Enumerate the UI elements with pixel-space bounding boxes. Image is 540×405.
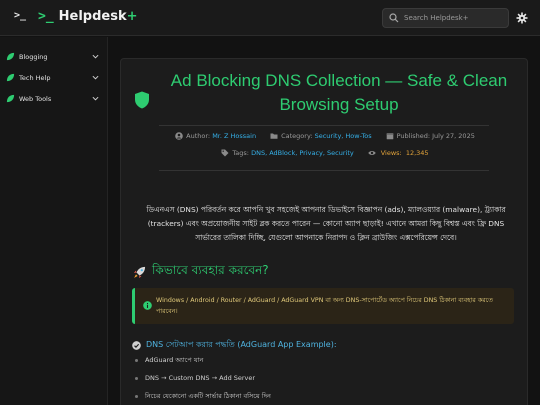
meta-category: Category: Security, How-Tos — [270, 132, 372, 140]
rocket-icon — [133, 266, 146, 278]
notice-box: Windows / Android / Router / AdGuard / A… — [132, 288, 514, 324]
meta-category-label: Category: — [281, 132, 313, 140]
sidebar-item-label: Tech Help — [19, 73, 51, 82]
list-item: AdGuard অ্যাপে যান — [135, 352, 271, 369]
section-heading-text: কিভাবে ব্যবহার করবেন? — [152, 263, 269, 277]
divider — [159, 125, 489, 126]
logo-plus: + — [126, 9, 138, 24]
meta-author-label: Author: — [186, 132, 211, 140]
leaf-icon — [6, 73, 15, 82]
divider — [159, 170, 489, 171]
intro-paragraph: ডিএনএস (DNS) পরিবর্তন করে আপনি খুব সহজেই… — [146, 205, 506, 242]
meta-published: Published: July 27, 2025 — [386, 132, 475, 140]
steps-list: AdGuard অ্যাপে যান DNS → Custom DNS → Ad… — [135, 352, 271, 405]
chevron-down-icon — [92, 54, 99, 59]
list-item: নিচের যেকোনো একটি সার্ভার ঠিকানা বসিয়ে … — [135, 388, 271, 405]
subheading: DNS সেটআপ করার পদ্ধতি (AdGuard App Examp… — [132, 339, 337, 352]
logo-mark: >_ — [38, 9, 54, 24]
sidebar: Blogging Tech Help Web Tools — [0, 37, 108, 405]
article-tags-row: Tags: DNS, AdBlock, Privacy, Security Vi… — [121, 149, 527, 157]
meta-tags: Tags: DNS, AdBlock, Privacy, Security — [221, 149, 354, 157]
sidebar-item-tech-help[interactable]: Tech Help — [0, 67, 107, 88]
meta-author: Author: Mr. Z Hossain — [175, 132, 256, 140]
meta-views: Views: 12,345 — [368, 149, 429, 157]
top-bar: >_ >_ Helpdesk + — [0, 0, 540, 36]
meta-tags-label: Tags: — [232, 149, 249, 157]
tag-icon — [221, 149, 229, 157]
subheading-text: DNS সেটআপ করার পদ্ধতি (AdGuard App Examp… — [146, 340, 337, 349]
user-icon — [175, 132, 183, 140]
gear-icon[interactable] — [516, 12, 528, 24]
meta-published-label: Published: — [396, 132, 431, 140]
views-count: 12,345 — [405, 149, 429, 157]
tags-links[interactable]: DNS, AdBlock, Privacy, Security — [251, 149, 354, 157]
article-card: Ad Blocking DNS Collection — Safe & Clea… — [120, 58, 528, 405]
article-header: Ad Blocking DNS Collection — Safe & Clea… — [121, 69, 527, 129]
eye-icon — [368, 150, 376, 156]
site-logo[interactable]: >_ Helpdesk + — [38, 9, 138, 24]
menu-toggle-icon[interactable]: >_ — [14, 10, 26, 21]
shield-icon — [135, 91, 149, 109]
published-date: July 27, 2025 — [432, 132, 475, 140]
leaf-icon — [6, 94, 15, 103]
author-link[interactable]: Mr. Z Hossain — [212, 132, 256, 140]
chevron-down-icon — [92, 96, 99, 101]
search-box[interactable] — [382, 8, 509, 28]
sidebar-item-web-tools[interactable]: Web Tools — [0, 88, 107, 109]
folder-icon — [270, 133, 278, 139]
meta-views-label: Views: — [380, 149, 402, 157]
calendar-icon — [386, 133, 393, 140]
info-icon — [143, 301, 152, 310]
section-heading: কিভাবে ব্যবহার করবেন? — [133, 262, 269, 282]
chevron-down-icon — [92, 75, 99, 80]
search-input[interactable] — [404, 14, 504, 22]
sidebar-item-label: Web Tools — [19, 94, 52, 103]
page-title: Ad Blocking DNS Collection — Safe & Clea… — [170, 71, 508, 114]
notice-text: Windows / Android / Router / AdGuard / A… — [156, 297, 493, 315]
article-meta: Author: Mr. Z Hossain Category: Security… — [121, 132, 527, 140]
list-item: DNS → Custom DNS → Add Server — [135, 370, 271, 387]
search-icon — [389, 13, 399, 23]
check-circle-icon — [132, 341, 141, 350]
sidebar-item-blogging[interactable]: Blogging — [0, 46, 107, 67]
category-link[interactable]: Security, How-Tos — [315, 132, 372, 140]
sidebar-item-label: Blogging — [19, 52, 48, 61]
logo-name: Helpdesk — [58, 9, 127, 24]
leaf-icon — [6, 52, 15, 61]
